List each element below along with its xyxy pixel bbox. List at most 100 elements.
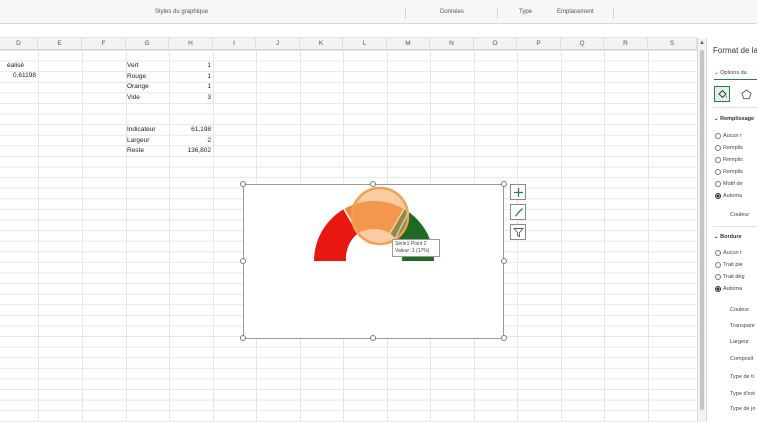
column-headers: D E F G H I J K L M N O P Q R S [0, 38, 697, 50]
border-section-header[interactable]: ⌄ Bordure [714, 234, 742, 240]
column-header-n[interactable]: N [430, 38, 474, 50]
gridline [38, 50, 39, 422]
border-option-radio[interactable]: Trait dég [715, 274, 745, 280]
fill-option-label: Automa [723, 193, 742, 199]
cell-g-label[interactable]: Orange [127, 82, 149, 92]
gridline [561, 50, 562, 422]
pentagon-icon [740, 88, 752, 99]
vertical-scrollbar[interactable]: ▲ [697, 38, 706, 422]
data-point-tooltip: Série1 Point 2 Valeur: 1 (17%) [392, 239, 440, 257]
border-option-label: Automa [723, 286, 742, 292]
column-header-f[interactable]: F [82, 38, 126, 50]
radio-icon [715, 262, 721, 268]
gridline [213, 50, 214, 422]
border-width-label: Largeur [730, 339, 749, 345]
border-option-radio[interactable]: Trait ple [715, 262, 743, 268]
resize-handle[interactable] [501, 258, 507, 264]
border-option-label: Trait ple [723, 262, 743, 268]
column-header-k[interactable]: K [300, 38, 343, 50]
column-header-p[interactable]: P [517, 38, 561, 50]
ribbon-group-chart-styles[interactable]: Styles du graphique [155, 9, 208, 15]
column-header-q[interactable]: Q [561, 38, 604, 50]
scroll-thumb[interactable] [700, 50, 704, 410]
gridline [648, 50, 649, 422]
ribbon-group-type[interactable]: Type [519, 9, 532, 15]
cell-h-value[interactable]: 1 [170, 82, 211, 92]
resize-handle[interactable] [240, 181, 246, 187]
cell-h-value[interactable]: 3 [170, 93, 211, 103]
resize-handle[interactable] [370, 335, 376, 341]
scroll-up-icon[interactable]: ▲ [699, 40, 705, 46]
column-header-h[interactable]: H [169, 38, 213, 50]
ribbon-separator [497, 7, 498, 19]
fill-option-label: Remplis [723, 145, 743, 151]
radio-icon [715, 133, 721, 139]
resize-handle[interactable] [501, 335, 507, 341]
column-header-m[interactable]: M [387, 38, 430, 50]
ribbon-group-location[interactable]: Emplacement [557, 9, 594, 15]
fill-line-tab[interactable] [714, 86, 730, 102]
border-dash-type-label: Type de ti [730, 374, 754, 380]
resize-handle[interactable] [370, 181, 376, 187]
effects-tab[interactable] [739, 87, 753, 101]
column-header-d[interactable]: D [0, 38, 38, 50]
column-header-o[interactable]: O [474, 38, 517, 50]
cell-g-label[interactable]: Indicateur [127, 125, 156, 135]
fill-option-radio[interactable]: Remplis [715, 145, 743, 151]
cell-d-value[interactable]: 0,61198 [13, 71, 36, 81]
cell-g-label[interactable]: Vert [127, 61, 139, 71]
resize-handle[interactable] [240, 258, 246, 264]
resize-handle[interactable] [240, 335, 246, 341]
border-color-label: Couleur [730, 307, 750, 313]
cell-g-label[interactable]: Vide [127, 93, 140, 103]
gridline [604, 50, 605, 422]
series-options-dropdown[interactable]: ⌄ Options du [714, 70, 747, 76]
radio-icon [715, 274, 721, 280]
gridline [126, 50, 127, 422]
border-cap-type-label: Type d'ext [730, 391, 755, 397]
chart-styles-button[interactable] [510, 204, 526, 220]
cell-h-value[interactable]: 1 [170, 61, 211, 71]
paint-bucket-icon [717, 89, 727, 98]
fill-section-header[interactable]: ⌄ Remplissage [714, 116, 754, 122]
border-section-title: Bordure [720, 234, 742, 240]
fill-color-label: Couleur [730, 212, 750, 218]
fill-option-radio[interactable]: Remplis [715, 157, 743, 163]
gauge-chart[interactable] [243, 184, 504, 339]
cell-h-value[interactable]: 61,198 [170, 125, 211, 135]
cell-h-value[interactable]: 1 [170, 72, 211, 82]
fill-option-radio[interactable]: Aucun r [715, 133, 742, 139]
border-option-radio[interactable]: Aucun t [715, 250, 742, 256]
ribbon-group-data[interactable]: Données [440, 9, 464, 15]
column-header-s[interactable]: S [648, 38, 697, 50]
pane-divider [713, 107, 757, 108]
column-header-r[interactable]: R [604, 38, 648, 50]
tooltip-series-point: Série1 Point 2 [395, 241, 427, 247]
border-option-radio-selected[interactable]: Automa [715, 286, 742, 292]
fill-option-label: Remplis [723, 169, 743, 175]
cell-h-value[interactable]: 2 [170, 136, 211, 146]
column-header-l[interactable]: L [343, 38, 387, 50]
cell-d-label[interactable]: éalisé [7, 61, 24, 71]
cell-g-label[interactable]: Largeur [127, 136, 149, 146]
ribbon-bar: Styles du graphique Données Type Emplace… [0, 0, 757, 24]
chart-elements-button[interactable] [510, 184, 526, 200]
radio-icon [715, 157, 721, 163]
column-header-j[interactable]: J [256, 38, 300, 50]
cell-h-value[interactable]: 136,802 [170, 146, 212, 156]
fill-option-radio[interactable]: Remplis [715, 169, 743, 175]
gridline [169, 50, 170, 422]
paintbrush-icon [514, 207, 523, 216]
cell-g-label[interactable]: Reste [127, 146, 144, 156]
fill-option-label: Aucun r [723, 133, 742, 139]
cell-g-label[interactable]: Rouge [127, 72, 146, 82]
border-option-label: Trait dég [723, 274, 745, 280]
chart-filters-button[interactable] [510, 224, 526, 240]
fill-option-radio[interactable]: Motif de [715, 181, 743, 187]
resize-handle[interactable] [501, 181, 507, 187]
column-header-i[interactable]: I [213, 38, 256, 50]
column-header-g[interactable]: G [126, 38, 169, 50]
pane-title: Format de la [713, 46, 757, 55]
fill-option-radio-selected[interactable]: Automa [715, 193, 742, 199]
column-header-e[interactable]: E [38, 38, 82, 50]
